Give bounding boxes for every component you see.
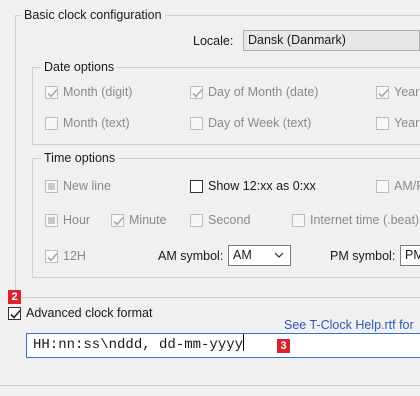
hour-checkbox[interactable]: Hour bbox=[45, 212, 90, 228]
locale-select[interactable]: Dansk (Danmark) bbox=[243, 30, 420, 51]
new-line-checkbox[interactable]: New line bbox=[45, 178, 111, 194]
date-options-group: Date options bbox=[32, 59, 420, 145]
divider bbox=[0, 385, 420, 386]
chevron-down-icon bbox=[274, 252, 284, 258]
internet-time-label: Internet time (.beat) bbox=[310, 213, 420, 227]
am-symbol-select[interactable]: AM bbox=[228, 245, 291, 266]
checkbox-box bbox=[45, 213, 58, 227]
am-pm-checkbox[interactable]: AM/PM bbox=[376, 178, 420, 194]
checkbox-box bbox=[376, 179, 389, 193]
text-caret bbox=[243, 334, 245, 351]
day-of-week-label: Day of Week (text) bbox=[208, 116, 312, 130]
pm-symbol-label: PM symbol: bbox=[330, 249, 396, 263]
year-text-label: Year bbox=[394, 116, 420, 130]
checkbox-box bbox=[292, 213, 305, 227]
am-symbol-label: AM symbol: bbox=[158, 249, 224, 263]
checkmark-icon bbox=[192, 88, 203, 98]
am-pm-label: AM/PM bbox=[394, 179, 420, 193]
day-of-month-checkbox[interactable]: Day of Month (date) bbox=[190, 84, 318, 100]
locale-value: Dansk (Danmark) bbox=[248, 33, 346, 47]
clock-format-input[interactable]: HH:nn:ss\nddd, dd-mm-yyyy bbox=[26, 333, 420, 358]
checkmark-icon bbox=[47, 252, 58, 262]
minute-checkbox[interactable]: Minute bbox=[111, 212, 167, 228]
day-of-week-checkbox[interactable]: Day of Week (text) bbox=[190, 115, 311, 131]
marker-2: 2 bbox=[8, 290, 21, 304]
month-digit-label: Month (digit) bbox=[63, 85, 133, 99]
checkbox-box bbox=[45, 116, 58, 130]
checkbox-box bbox=[45, 85, 58, 99]
pm-symbol-select[interactable]: PM bbox=[400, 245, 420, 266]
checkbox-box bbox=[376, 85, 389, 99]
year-checkbox[interactable]: Year bbox=[376, 84, 419, 100]
12h-label: 12H bbox=[63, 249, 86, 263]
month-text-checkbox[interactable]: Month (text) bbox=[45, 115, 130, 131]
marker-3: 3 bbox=[277, 339, 290, 353]
hour-label: Hour bbox=[63, 213, 91, 227]
advanced-clock-format-checkbox[interactable]: Advanced clock format bbox=[8, 305, 152, 321]
year-text-checkbox[interactable]: Year bbox=[376, 115, 419, 131]
day-of-month-label: Day of Month (date) bbox=[208, 85, 319, 99]
advanced-clock-format-label: Advanced clock format bbox=[26, 306, 153, 320]
new-line-label: New line bbox=[63, 179, 111, 193]
checkbox-box bbox=[376, 116, 389, 130]
pm-symbol-value: PM bbox=[405, 248, 420, 262]
checkmark-icon bbox=[10, 309, 21, 319]
second-checkbox[interactable]: Second bbox=[190, 212, 250, 228]
12h-checkbox[interactable]: 12H bbox=[45, 248, 86, 264]
checkbox-box bbox=[190, 213, 203, 227]
checkmark-icon bbox=[113, 216, 124, 226]
locale-label: Locale: bbox=[193, 34, 234, 48]
time-options-title: Time options bbox=[41, 150, 119, 166]
show-12xx-label: Show 12:xx as 0:xx bbox=[208, 179, 316, 193]
clock-format-value: HH:nn:ss\nddd, dd-mm-yyyy bbox=[33, 337, 244, 353]
date-options-title: Date options bbox=[41, 59, 118, 75]
checkmark-icon bbox=[378, 88, 389, 98]
help-link[interactable]: See T-Clock Help.rtf for bbox=[284, 318, 414, 332]
checkbox-box bbox=[190, 179, 203, 193]
internet-time-checkbox[interactable]: Internet time (.beat) bbox=[292, 212, 419, 228]
checkbox-box bbox=[190, 116, 203, 130]
checkbox-box bbox=[111, 213, 124, 227]
month-digit-checkbox[interactable]: Month (digit) bbox=[45, 84, 132, 100]
second-label: Second bbox=[208, 213, 251, 227]
basic-clock-configuration-title: Basic clock configuration bbox=[21, 7, 165, 23]
month-text-label: Month (text) bbox=[63, 116, 130, 130]
year-label: Year bbox=[394, 85, 420, 99]
show-12xx-checkbox[interactable]: Show 12:xx as 0:xx bbox=[190, 178, 316, 194]
minute-label: Minute bbox=[129, 213, 167, 227]
am-symbol-value: AM bbox=[233, 248, 252, 262]
checkbox-box bbox=[45, 249, 58, 263]
checkbox-box bbox=[8, 306, 21, 320]
checkbox-box bbox=[190, 85, 203, 99]
checkmark-icon bbox=[47, 88, 58, 98]
checkbox-box bbox=[45, 179, 58, 193]
